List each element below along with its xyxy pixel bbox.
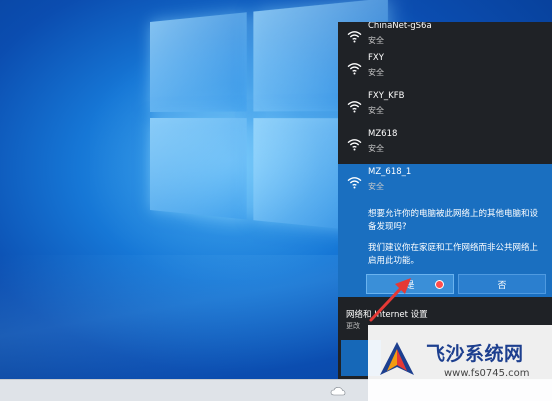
settings-subtitle: 更改 bbox=[346, 322, 360, 330]
network-security: 安全 bbox=[368, 36, 384, 45]
no-button-label: 否 bbox=[497, 280, 507, 291]
network-security: 安全 bbox=[368, 182, 384, 191]
wifi-icon bbox=[347, 31, 362, 43]
wifi-icon bbox=[347, 139, 362, 151]
light-beam bbox=[0, 255, 360, 395]
network-name: FXY_KFB bbox=[368, 91, 405, 101]
logo-pane bbox=[150, 118, 247, 220]
network-item-selected[interactable]: MZ_618_1 安全 想要允许你的电脑被此网络上的其他电脑和设备发现吗? 我们… bbox=[338, 164, 552, 297]
logo-pane bbox=[150, 12, 247, 112]
network-settings-link[interactable]: 网络和 Internet 设置 更改 bbox=[338, 302, 552, 330]
settings-title: 网络和 Internet 设置 bbox=[346, 310, 428, 320]
yes-button[interactable]: 是 bbox=[366, 274, 454, 294]
network-name: MZ_618_1 bbox=[368, 167, 412, 177]
network-item[interactable]: MZ618 安全 bbox=[338, 126, 552, 164]
fs-logo-icon bbox=[380, 342, 414, 375]
discovery-prompt: 想要允许你的电脑被此网络上的其他电脑和设备发现吗? bbox=[368, 209, 539, 232]
watermark-url: www.fs0745.com bbox=[444, 368, 530, 379]
network-name: MZ618 bbox=[368, 129, 398, 139]
desktop: ChinaNet-gS6a 安全 FXY 安全 FXY_KFB 安全 MZ618… bbox=[0, 0, 552, 401]
network-security: 安全 bbox=[368, 144, 384, 153]
watermark-name: 飞沙系统网 bbox=[426, 343, 524, 365]
network-item[interactable]: FXY 安全 bbox=[338, 50, 552, 88]
watermark: 飞沙系统网 www.fs0745.com bbox=[368, 325, 552, 401]
network-security: 安全 bbox=[368, 68, 384, 77]
yes-button-label: 是 bbox=[405, 280, 415, 291]
wifi-icon bbox=[347, 101, 362, 113]
network-security: 安全 bbox=[368, 106, 384, 115]
cloud-icon bbox=[330, 387, 346, 396]
network-name: ChinaNet-gS6a bbox=[368, 22, 432, 31]
mouse-cursor-icon bbox=[435, 280, 444, 289]
wifi-icon bbox=[347, 177, 362, 189]
network-item[interactable]: FXY_KFB 安全 bbox=[338, 88, 552, 126]
network-item[interactable]: ChinaNet-gS6a 安全 bbox=[338, 22, 552, 50]
no-button[interactable]: 否 bbox=[458, 274, 546, 294]
wifi-icon bbox=[347, 63, 362, 75]
network-name: FXY bbox=[368, 53, 384, 63]
discovery-advice: 我们建议你在家庭和工作网络而非公共网络上启用此功能。 bbox=[368, 243, 539, 266]
